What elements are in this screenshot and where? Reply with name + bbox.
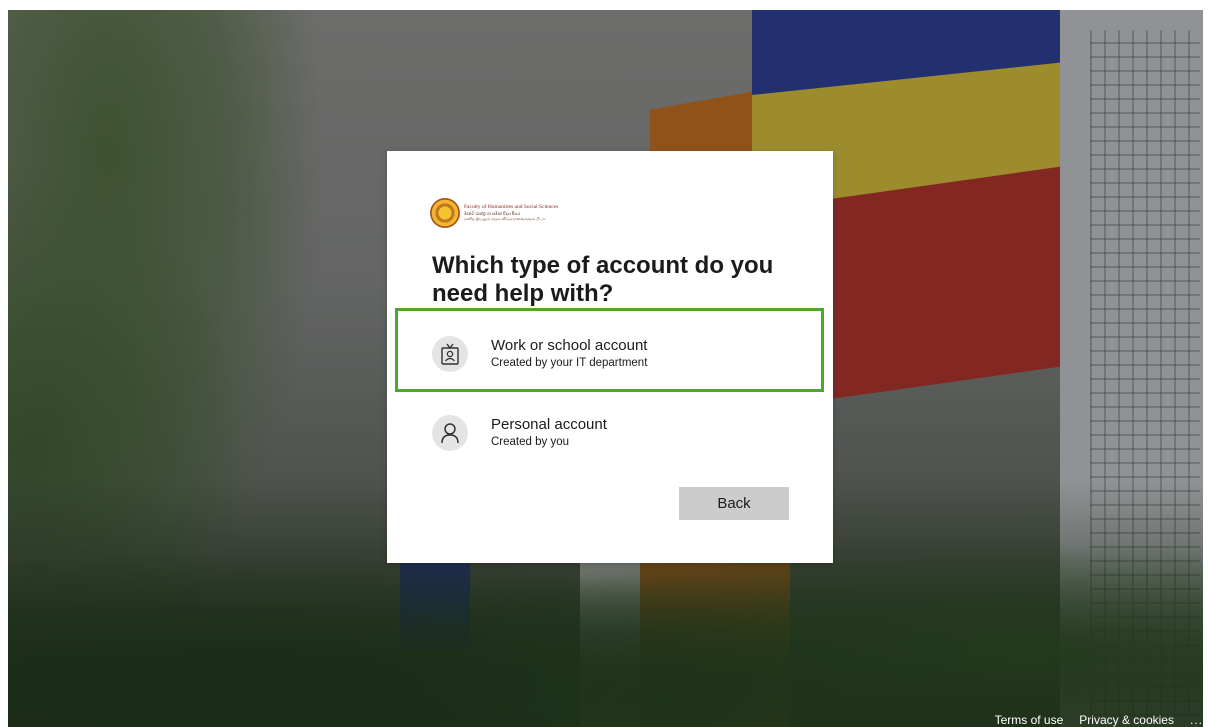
privacy-cookies-link[interactable]: Privacy & cookies bbox=[1079, 713, 1174, 727]
dialog-title: Which type of account do you need help w… bbox=[432, 252, 774, 307]
logo-line-1: Faculty of Humanities and Social Science… bbox=[464, 204, 559, 211]
personal-account-option[interactable]: Personal account Created by you bbox=[432, 407, 802, 459]
terms-of-use-link[interactable]: Terms of use bbox=[995, 713, 1064, 727]
university-seal-icon bbox=[430, 198, 460, 228]
personal-account-title: Personal account bbox=[491, 416, 607, 433]
back-button[interactable]: Back bbox=[679, 487, 789, 520]
more-options-icon[interactable]: ... bbox=[1190, 713, 1203, 727]
selection-highlight bbox=[395, 308, 824, 392]
person-icon bbox=[432, 415, 468, 451]
faculty-logo: Faculty of Humanities and Social Science… bbox=[430, 198, 558, 228]
personal-account-subtitle: Created by you bbox=[491, 436, 569, 448]
logo-line-3: மனித இயலும் சமூக விஞ்ஞானங்களும் பீடம் bbox=[464, 215, 546, 221]
footer: Terms of use Privacy & cookies ... bbox=[979, 713, 1209, 727]
